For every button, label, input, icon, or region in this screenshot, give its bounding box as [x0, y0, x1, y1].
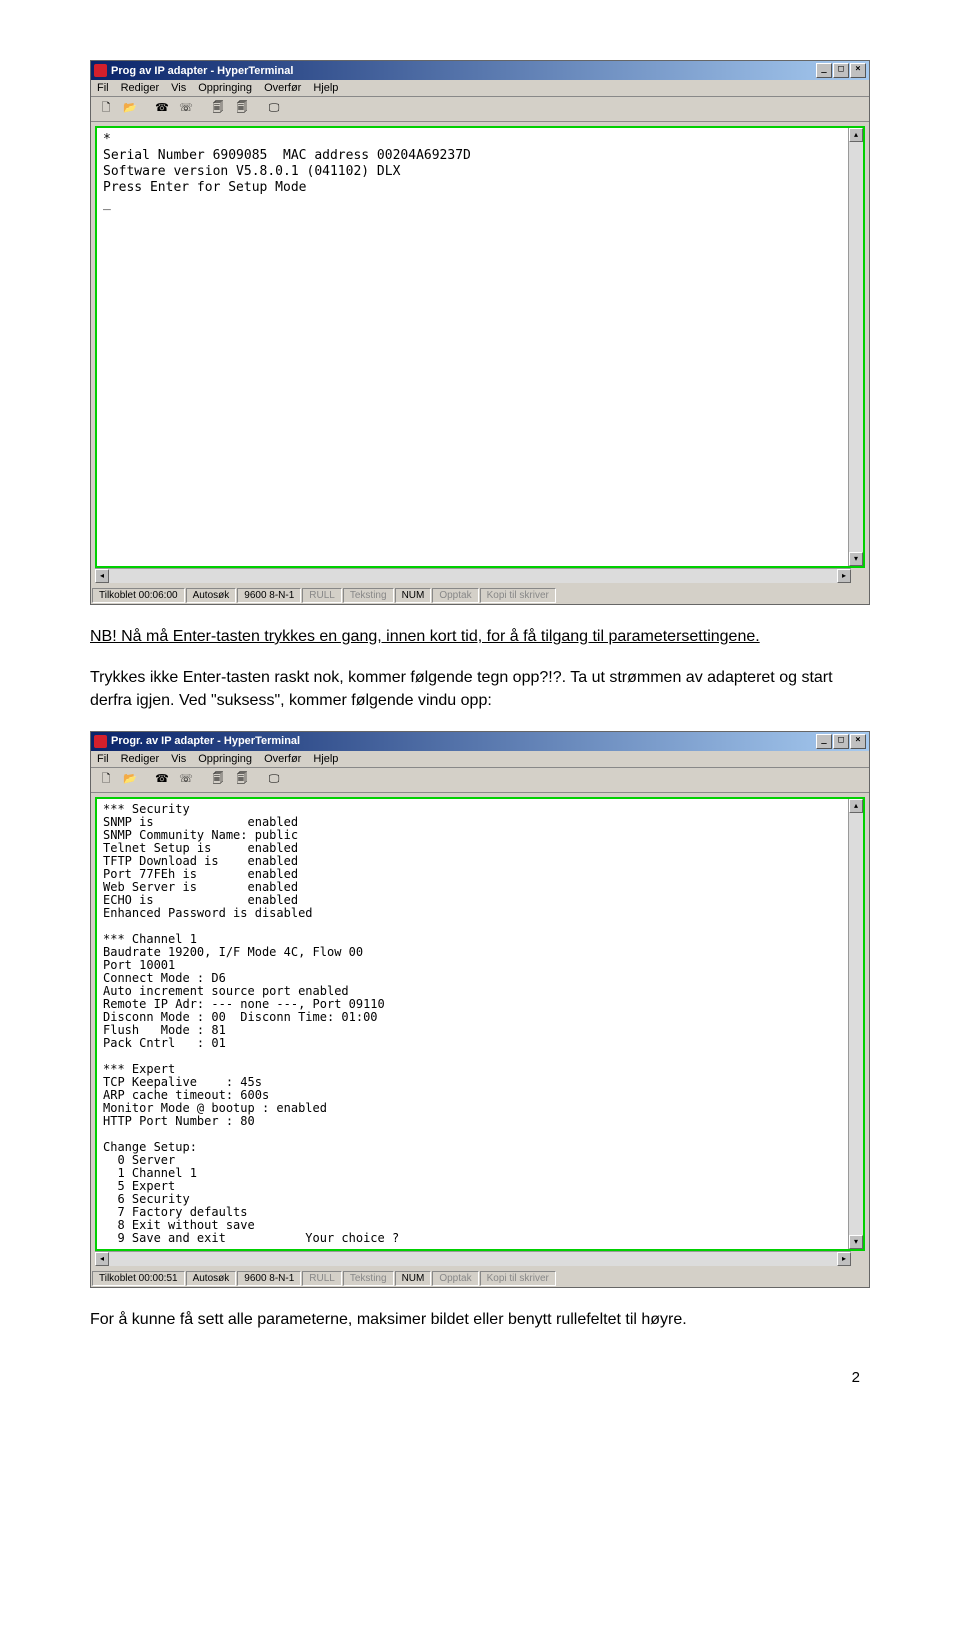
hyperterminal-window-1: Prog av IP adapter - HyperTerminal _ □ ×…	[90, 60, 870, 605]
menu-fil[interactable]: Fil	[97, 753, 109, 765]
hyperterminal-window-2: Progr. av IP adapter - HyperTerminal _ □…	[90, 731, 870, 1288]
close-button[interactable]: ×	[850, 63, 866, 78]
status-connected: Tilkoblet 00:00:51	[92, 1271, 185, 1286]
menu-hjelp[interactable]: Hjelp	[313, 753, 338, 765]
menu-overfor[interactable]: Overfør	[264, 82, 301, 94]
menu-vis[interactable]: Vis	[171, 753, 186, 765]
window-title: Progr. av IP adapter - HyperTerminal	[111, 735, 300, 747]
status-autodetect: Autosøk	[186, 588, 237, 603]
status-capture: Opptak	[432, 588, 478, 603]
tb-send-icon[interactable]: 🗐	[207, 99, 229, 119]
scrollbar-vertical[interactable]: ▴ ▾	[848, 799, 863, 1249]
terminal-output[interactable]: * Serial Number 6909085 MAC address 0020…	[97, 128, 848, 566]
tb-send-icon[interactable]: 🗐	[207, 770, 229, 790]
maximize-button[interactable]: □	[833, 63, 849, 78]
scroll-track[interactable]	[849, 813, 863, 1235]
menubar: Fil Rediger Vis Oppringing Overfør Hjelp	[91, 751, 869, 768]
status-num: NUM	[395, 588, 432, 603]
instruction-maximize: For å kunne få sett alle parameterne, ma…	[90, 1308, 870, 1331]
app-icon	[94, 735, 107, 748]
tb-receive-icon[interactable]: 🗐	[231, 99, 253, 119]
tb-hangup-icon[interactable]: ☏	[175, 770, 197, 790]
tb-open-icon[interactable]: 📂	[119, 99, 141, 119]
close-button[interactable]: ×	[850, 734, 866, 749]
toolbar: 🗋 📂 ☎ ☏ 🗐 🗐 🖵	[91, 768, 869, 793]
tb-receive-icon[interactable]: 🗐	[231, 770, 253, 790]
toolbar: 🗋 📂 ☎ ☏ 🗐 🗐 🖵	[91, 97, 869, 122]
titlebar[interactable]: Prog av IP adapter - HyperTerminal _ □ ×	[91, 61, 869, 80]
scroll-up-icon[interactable]: ▴	[849, 128, 863, 142]
status-autodetect: Autosøk	[186, 1271, 237, 1286]
menubar: Fil Rediger Vis Oppringing Overfør Hjelp	[91, 80, 869, 97]
scroll-left-icon[interactable]: ◂	[95, 1252, 109, 1266]
scroll-right-icon[interactable]: ▸	[837, 569, 851, 583]
instruction-retry: Trykkes ikke Enter-tasten raskt nok, kom…	[90, 666, 870, 712]
status-baud: 9600 8-N-1	[237, 588, 301, 603]
statusbar: Tilkoblet 00:00:51 Autosøk 9600 8-N-1 RU…	[91, 1270, 869, 1287]
tb-open-icon[interactable]: 📂	[119, 770, 141, 790]
terminal-output[interactable]: *** Security SNMP is enabled SNMP Commun…	[97, 799, 848, 1249]
status-print: Kopi til skriver	[480, 588, 556, 603]
status-caps: Teksting	[343, 588, 394, 603]
maximize-button[interactable]: □	[833, 734, 849, 749]
scroll-track[interactable]	[849, 142, 863, 552]
tb-props-icon[interactable]: 🖵	[263, 99, 285, 119]
tb-props-icon[interactable]: 🖵	[263, 770, 285, 790]
scroll-left-icon[interactable]: ◂	[95, 569, 109, 583]
scrollbar-horizontal[interactable]: ◂ ▸	[95, 568, 851, 583]
status-num: NUM	[395, 1271, 432, 1286]
status-print: Kopi til skriver	[480, 1271, 556, 1286]
menu-rediger[interactable]: Rediger	[121, 753, 160, 765]
menu-vis[interactable]: Vis	[171, 82, 186, 94]
scroll-down-icon[interactable]: ▾	[849, 552, 863, 566]
minimize-button[interactable]: _	[816, 734, 832, 749]
menu-rediger[interactable]: Rediger	[121, 82, 160, 94]
scroll-down-icon[interactable]: ▾	[849, 1235, 863, 1249]
status-caps: Teksting	[343, 1271, 394, 1286]
menu-overfor[interactable]: Overfør	[264, 753, 301, 765]
scrollbar-vertical[interactable]: ▴ ▾	[848, 128, 863, 566]
tb-new-icon[interactable]: 🗋	[95, 770, 117, 790]
status-capture: Opptak	[432, 1271, 478, 1286]
scroll-track-h[interactable]	[109, 1252, 837, 1266]
scroll-right-icon[interactable]: ▸	[837, 1252, 851, 1266]
scrollbar-horizontal[interactable]: ◂ ▸	[95, 1251, 851, 1266]
minimize-button[interactable]: _	[816, 63, 832, 78]
tb-call-icon[interactable]: ☎	[151, 770, 173, 790]
menu-oppringing[interactable]: Oppringing	[198, 82, 252, 94]
window-title: Prog av IP adapter - HyperTerminal	[111, 65, 293, 77]
menu-fil[interactable]: Fil	[97, 82, 109, 94]
scroll-up-icon[interactable]: ▴	[849, 799, 863, 813]
titlebar[interactable]: Progr. av IP adapter - HyperTerminal _ □…	[91, 732, 869, 751]
tb-call-icon[interactable]: ☎	[151, 99, 173, 119]
scroll-corner	[851, 1251, 865, 1265]
status-connected: Tilkoblet 00:06:00	[92, 588, 185, 603]
status-baud: 9600 8-N-1	[237, 1271, 301, 1286]
page-number: 2	[90, 1349, 870, 1396]
tb-new-icon[interactable]: 🗋	[95, 99, 117, 119]
status-scroll: RULL	[302, 1271, 342, 1286]
status-scroll: RULL	[302, 588, 342, 603]
scroll-track-h[interactable]	[109, 569, 837, 583]
tb-hangup-icon[interactable]: ☏	[175, 99, 197, 119]
app-icon	[94, 64, 107, 77]
scroll-corner	[851, 568, 865, 582]
menu-hjelp[interactable]: Hjelp	[313, 82, 338, 94]
instruction-nb: NB! Nå må Enter-tasten trykkes en gang, …	[90, 625, 870, 648]
statusbar: Tilkoblet 00:06:00 Autosøk 9600 8-N-1 RU…	[91, 587, 869, 604]
menu-oppringing[interactable]: Oppringing	[198, 753, 252, 765]
